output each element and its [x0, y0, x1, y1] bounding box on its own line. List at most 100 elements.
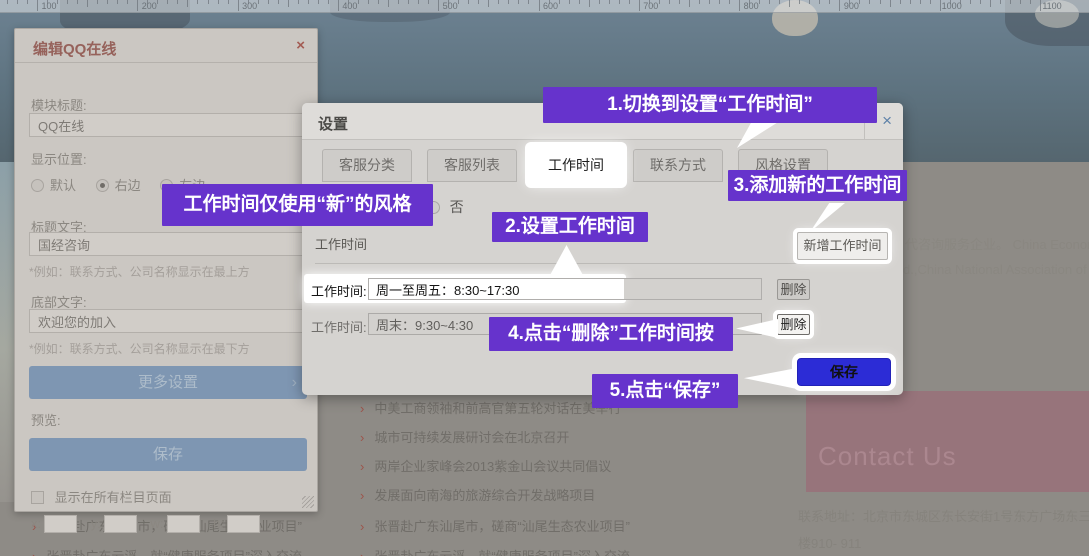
ruler-tick — [27, 0, 28, 4]
delete-button-row2[interactable]: 删除 — [777, 314, 810, 335]
ruler-tick — [518, 0, 519, 4]
news-item[interactable]: ›张晋赴广东云浮，就“健康服务项目”深入交流 — [360, 546, 630, 556]
radio-right[interactable] — [96, 179, 109, 192]
header-text-input[interactable] — [29, 232, 307, 256]
ruler-tick — [669, 0, 670, 4]
tab-service-category[interactable]: 客服分类 — [322, 149, 412, 182]
module-title-input[interactable] — [29, 113, 307, 137]
ruler-tick — [97, 0, 98, 4]
ruler-tick — [639, 0, 640, 11]
contact-address: 联系地址：北京市东城区东长安街1号东方广场东三办公 — [798, 506, 1089, 525]
tab-contact-method[interactable]: 联系方式 — [633, 149, 723, 182]
callout-step5: 5.点击“保存” — [592, 374, 738, 408]
ruler-tick — [318, 0, 319, 4]
ruler-tick — [147, 0, 148, 4]
x-input[interactable] — [44, 515, 77, 533]
ruler-tick — [87, 0, 88, 7]
section-divider — [315, 263, 888, 264]
ruler-tick — [7, 0, 8, 4]
ruler-tick — [418, 0, 419, 4]
ruler-tick — [940, 0, 941, 11]
ruler-tick — [1030, 0, 1031, 4]
ruler-tick — [990, 0, 991, 7]
contact-us-title: Contact Us — [818, 441, 957, 472]
ruler-tick — [1040, 0, 1041, 11]
ruler-label: 400 — [342, 1, 357, 11]
ruler-tick — [268, 0, 269, 4]
ruler-label: 100 — [41, 1, 56, 11]
footer-text-input[interactable] — [29, 309, 307, 333]
ruler-tick — [829, 0, 830, 4]
background-text-line: d.,China National Association of E — [903, 262, 1089, 277]
footer-hint: *例如：联系方式、公司名称显示在最下方 — [29, 340, 250, 357]
ruler-tick — [629, 0, 630, 4]
radio-default-label: 默认 — [50, 178, 76, 193]
ruler-tick — [57, 0, 58, 4]
ruler-tick — [859, 0, 860, 4]
modal-title: 设置 — [318, 113, 348, 134]
news-item[interactable]: ›两岸企业家峰会2013紫金山会议共同倡议 — [360, 456, 611, 475]
chevron-right-icon: › — [360, 488, 364, 503]
tab-work-time[interactable]: 工作时间 — [528, 145, 624, 185]
ruler-tick — [37, 0, 38, 11]
show-all-pages-checkbox[interactable] — [31, 491, 44, 504]
chevron-right-icon: › — [360, 549, 364, 556]
work-time-row1-input[interactable] — [368, 278, 762, 300]
ruler-tick — [438, 0, 439, 11]
ruler-tick — [920, 0, 921, 4]
ruler-tick — [849, 0, 850, 4]
chevron-right-icon: › — [360, 459, 364, 474]
news-item[interactable]: ›城市可持续发展研讨会在北京召开 — [360, 427, 569, 446]
ruler-label: 800 — [744, 1, 759, 11]
callout-step2: 2.设置工作时间 — [492, 212, 648, 242]
save-button-modal[interactable]: 保存 — [797, 358, 891, 386]
ruler-tick — [478, 0, 479, 4]
ruler-tick — [508, 0, 509, 4]
callout-step1: 1.切换到设置“工作时间” — [543, 87, 877, 123]
show-all-pages-label: 显示在所有栏目页面 — [55, 490, 172, 505]
ruler-tick — [177, 0, 178, 4]
ruler-tick — [709, 0, 710, 4]
ruler-tick — [77, 0, 78, 4]
save-button-dialog[interactable]: 保存 — [29, 438, 307, 471]
work-time-row1-label: 工作时间: — [311, 281, 367, 300]
ruler-tick — [679, 0, 680, 4]
y-label: y: — [91, 516, 101, 531]
ruler-tick — [1010, 0, 1011, 4]
ruler-tick — [187, 0, 188, 7]
ruler-tick — [769, 0, 770, 4]
page: 10020030040050060070080090010001100 代咨询服… — [0, 0, 1089, 556]
tab-service-list[interactable]: 客服列表 — [427, 149, 517, 182]
ruler-tick — [869, 0, 870, 4]
close-icon[interactable]: × — [882, 111, 892, 131]
radio-default[interactable] — [31, 179, 44, 192]
ruler-tick — [839, 0, 840, 11]
radio-no-label: 否 — [450, 199, 464, 215]
ruler-tick — [569, 0, 570, 4]
y-input[interactable] — [104, 515, 137, 533]
ruler-tick — [528, 0, 529, 4]
ruler-tick — [488, 0, 489, 7]
ruler-tick — [458, 0, 459, 4]
news-item[interactable]: ›张晋赴广东云浮，就“健康服务项目”深入交流 — [32, 546, 302, 556]
news-item[interactable]: ›发展面向南海的旅游综合开发战略项目 — [360, 485, 595, 504]
close-icon[interactable]: × — [296, 37, 305, 54]
ruler-tick — [67, 0, 68, 4]
ruler-tick — [890, 0, 891, 7]
ruler-tick — [278, 0, 279, 4]
news-item[interactable]: ›张晋赴广东汕尾市，磋商“汕尾生态农业项目” — [360, 516, 630, 535]
delete-button-row1[interactable]: 删除 — [777, 279, 810, 300]
ruler-tick — [609, 0, 610, 4]
ruler-tick — [589, 0, 590, 7]
ruler-tick — [248, 0, 249, 4]
w-label: w: — [151, 516, 164, 531]
coordinate-inputs-row: x: y: w: h: — [31, 515, 311, 533]
w-input[interactable] — [167, 515, 200, 533]
h-input[interactable] — [227, 515, 260, 533]
ruler-tick — [799, 0, 800, 4]
add-work-time-button[interactable]: 新增工作时间 — [797, 232, 888, 260]
resize-handle[interactable] — [302, 496, 314, 508]
news-item[interactable]: ›中美工商领袖和前高官第五轮对话在美举行 — [360, 398, 621, 417]
ruler-tick — [47, 0, 48, 4]
more-settings-button[interactable]: 更多设置 › — [29, 366, 307, 399]
